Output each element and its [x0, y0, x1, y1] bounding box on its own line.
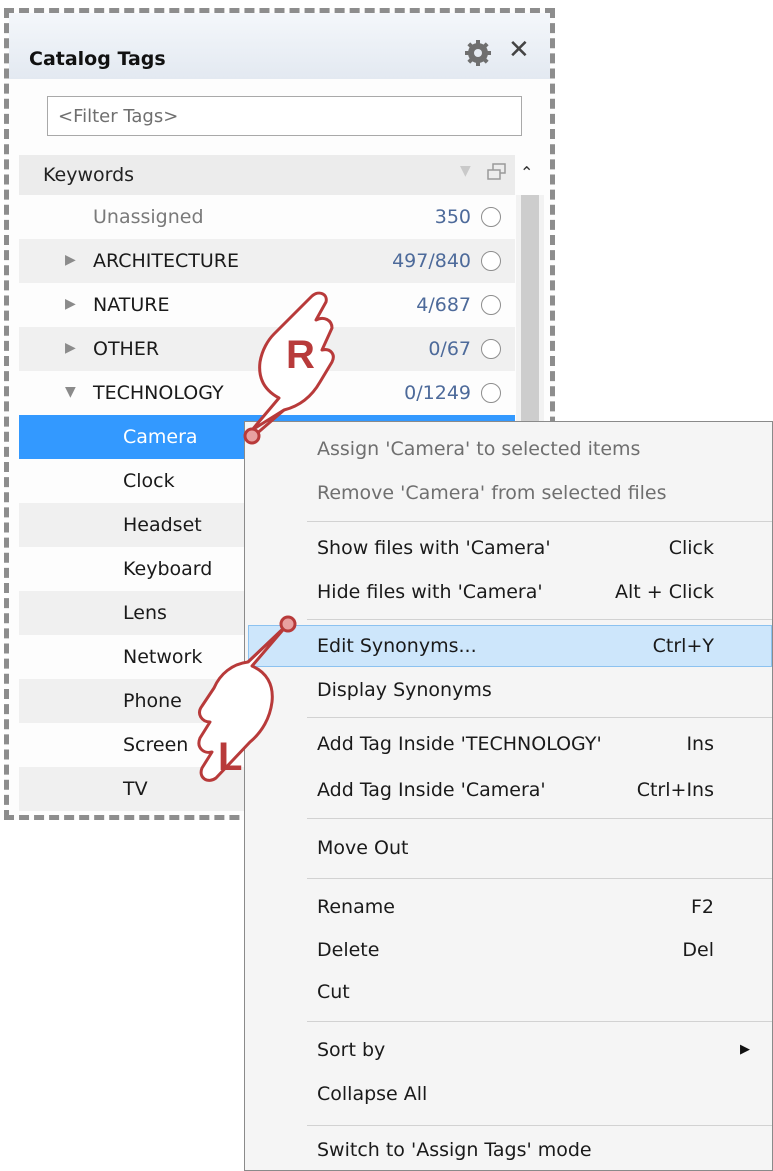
menu-separator — [307, 521, 772, 522]
menu-item-collapse-all[interactable]: Collapse All — [245, 1073, 772, 1115]
menu-item-label: Sort by — [317, 1039, 386, 1061]
menu-separator — [307, 1021, 772, 1022]
menu-item-shortcut: Ctrl+Y — [652, 635, 714, 657]
context-menu: Assign 'Camera' to selected items Remove… — [244, 421, 773, 1171]
tree-row-architecture[interactable]: ▶ ARCHITECTURE 497/840 — [19, 239, 515, 283]
tag-count: 497/840 — [392, 250, 471, 272]
menu-separator — [307, 1125, 772, 1126]
menu-item-label: Add Tag Inside 'Camera' — [317, 779, 546, 801]
tree-row-label: Camera — [123, 426, 198, 448]
menu-item-label: Assign 'Camera' to selected items — [317, 438, 641, 460]
menu-item-shortcut: Del — [682, 939, 714, 961]
menu-item-show-files[interactable]: Show files with 'Camera' Click — [245, 527, 772, 569]
tree-row-label: OTHER — [93, 338, 160, 360]
expand-arrow-icon[interactable]: ▶ — [65, 296, 76, 312]
menu-item-display-synonyms[interactable]: Display Synonyms — [245, 669, 772, 711]
menu-item-edit-synonyms[interactable]: Edit Synonyms... Ctrl+Y — [248, 625, 772, 667]
right-click-hand-icon: R — [243, 291, 335, 445]
menu-item-hide-files[interactable]: Hide files with 'Camera' Alt + Click — [245, 571, 772, 613]
menu-separator — [307, 818, 772, 819]
assign-radio[interactable] — [481, 339, 501, 359]
collapse-arrow-icon[interactable]: ▼ — [65, 384, 76, 400]
menu-item-delete[interactable]: Delete Del — [245, 929, 772, 971]
menu-item-shortcut: Click — [668, 537, 714, 559]
tag-count: 350 — [434, 206, 471, 228]
tag-count: 0/67 — [428, 338, 471, 360]
filter-tags-input[interactable] — [47, 96, 522, 136]
tree-row-label: NATURE — [93, 294, 170, 316]
chevron-up-icon[interactable]: ⌃ — [520, 163, 533, 182]
tree-row-label: Unassigned — [93, 206, 204, 228]
menu-item-label: Remove 'Camera' from selected files — [317, 482, 667, 504]
menu-item-label: Display Synonyms — [317, 679, 492, 701]
menu-item-remove[interactable]: Remove 'Camera' from selected files — [245, 472, 772, 514]
menu-item-add-tag-camera[interactable]: Add Tag Inside 'Camera' Ctrl+Ins — [245, 769, 772, 811]
window-icon[interactable] — [487, 163, 507, 181]
expand-arrow-icon[interactable]: ▶ — [65, 252, 76, 268]
assign-radio[interactable] — [481, 383, 501, 403]
menu-item-label: Edit Synonyms... — [317, 635, 477, 657]
menu-item-label: Switch to 'Assign Tags' mode — [317, 1139, 592, 1161]
menu-item-shortcut: Alt + Click — [615, 581, 714, 603]
menu-item-move-out[interactable]: Move Out — [245, 827, 772, 869]
tree-row-label: Keyboard — [123, 558, 213, 580]
menu-item-shortcut: Ctrl+Ins — [636, 779, 714, 801]
tree-row-label: Headset — [123, 514, 202, 536]
left-click-hand-icon: L — [197, 615, 297, 782]
menu-item-shortcut: F2 — [690, 896, 714, 918]
menu-item-label: Hide files with 'Camera' — [317, 581, 543, 603]
keywords-header: Keywords ▼ — [19, 155, 515, 195]
tag-count: 0/1249 — [404, 382, 471, 404]
menu-item-label: Cut — [317, 981, 350, 1003]
menu-item-add-tag-technology[interactable]: Add Tag Inside 'TECHNOLOGY' Ins — [245, 723, 772, 765]
left-click-label: L — [218, 735, 242, 779]
panel-title: Catalog Tags — [29, 48, 166, 70]
gear-icon[interactable] — [464, 39, 492, 67]
tree-row-label: Clock — [123, 470, 175, 492]
right-click-label: R — [286, 333, 315, 377]
menu-separator — [307, 619, 772, 620]
assign-radio[interactable] — [481, 207, 501, 227]
panel-header: Catalog Tags ✕ — [9, 13, 550, 79]
expand-arrow-icon[interactable]: ▶ — [65, 340, 76, 356]
menu-item-sort-by[interactable]: Sort by ▶ — [245, 1029, 772, 1071]
menu-item-label: Show files with 'Camera' — [317, 537, 551, 559]
menu-item-cut[interactable]: Cut — [245, 971, 772, 1013]
menu-item-label: Move Out — [317, 837, 409, 859]
tree-row-label: Lens — [123, 602, 167, 624]
menu-item-label: Delete — [317, 939, 380, 961]
menu-item-label: Add Tag Inside 'TECHNOLOGY' — [317, 733, 602, 755]
menu-item-switch-assign-mode[interactable]: Switch to 'Assign Tags' mode — [245, 1129, 772, 1171]
close-icon[interactable]: ✕ — [508, 35, 530, 65]
menu-separator — [307, 878, 772, 879]
tag-count: 4/687 — [416, 294, 471, 316]
keywords-label: Keywords — [43, 164, 135, 186]
tree-row-unassigned[interactable]: Unassigned 350 — [19, 195, 515, 239]
tree-row-label: TV — [123, 778, 148, 800]
tree-row-label: TECHNOLOGY — [93, 382, 224, 404]
filter-icon[interactable]: ▼ — [460, 163, 471, 179]
assign-radio[interactable] — [481, 251, 501, 271]
menu-item-shortcut: Ins — [686, 733, 714, 755]
submenu-arrow-icon: ▶ — [740, 1042, 750, 1057]
tree-row-label: ARCHITECTURE — [93, 250, 240, 272]
menu-item-label: Rename — [317, 896, 395, 918]
menu-item-label: Collapse All — [317, 1083, 428, 1105]
assign-radio[interactable] — [481, 295, 501, 315]
menu-item-rename[interactable]: Rename F2 — [245, 886, 772, 928]
menu-separator — [307, 717, 772, 718]
